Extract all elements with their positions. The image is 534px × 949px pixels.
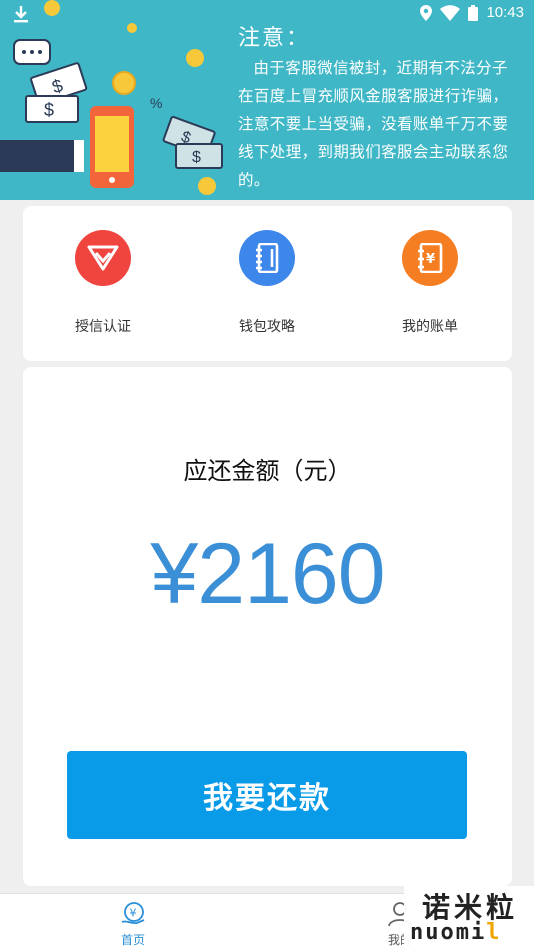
notice-text: 由于客服微信被封，近期有不法分子在百度上冒充顺风金服客服进行诈骗，注意不要上当受… [238,59,509,189]
quick-action-my-bill[interactable]: ¥ 我的账单 [370,230,490,336]
svg-text:$: $ [192,149,201,166]
battery-icon [468,4,479,21]
repayment-card: 应还金额（元） ¥2160 我要还款 [23,367,512,886]
quick-action-label: 我的账单 [402,319,458,335]
svg-text:$: $ [44,100,54,120]
tab-home[interactable]: ¥ 首页 [103,900,163,948]
tab-label: 首页 [120,933,145,947]
home-yen-icon: ¥ [121,902,145,925]
notebook-icon [239,230,295,286]
notice-title: 注意： [238,26,311,51]
svg-text:%: % [150,95,162,111]
watermark-en: nuomil [410,920,502,945]
download-icon [14,6,28,23]
quick-actions-card: 授信认证 钱包攻略 ¥ 我的账单 [23,206,512,361]
quick-action-label: 授信认证 [75,319,131,335]
quick-action-credit-auth[interactable]: 授信认证 [43,230,163,336]
wifi-icon [440,4,461,21]
quick-action-label: 钱包攻略 [239,319,295,335]
bill-icon: ¥ [402,230,458,286]
repayment-amount: ¥2160 [150,526,385,622]
repayment-label: 应还金额（元） [183,457,352,485]
svg-text:¥: ¥ [130,907,137,920]
quick-action-wallet-guide[interactable]: 钱包攻略 [207,230,327,336]
repay-button[interactable]: 我要还款 [67,751,467,839]
status-time: 10:43 [486,4,524,21]
watermark-logo: 诺米粒 nuomil [404,886,534,949]
location-icon [420,4,433,21]
svg-text:¥: ¥ [426,252,435,267]
banner-illustration: $ $ $ $ % ✦ [0,0,223,195]
diamond-icon [75,230,131,286]
notice-banner: $ $ $ $ % ✦ 10:43 注意： 由于客服微信被封 [0,0,534,200]
